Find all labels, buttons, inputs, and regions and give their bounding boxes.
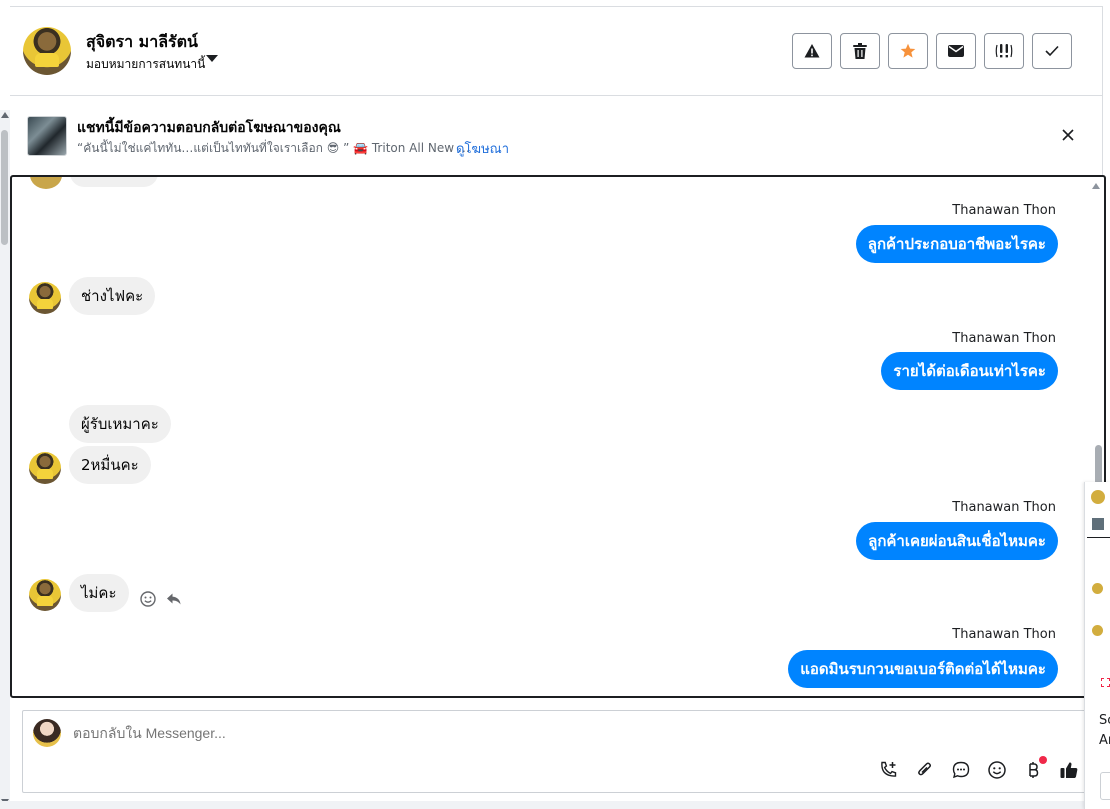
scrollbar-thumb[interactable]: [1, 130, 8, 245]
sender-name: Thanawan Thon: [952, 203, 1056, 218]
panel-button[interactable]: [1100, 772, 1110, 800]
attachment-icon: [918, 762, 931, 776]
view-ad-link[interactable]: ดูโฆษณา: [456, 138, 509, 159]
message-thread[interactable]: Thanawan Thon ลูกค้าประกอบอาชีพอะไรคะ ช่…: [10, 175, 1106, 698]
delete-button[interactable]: [840, 33, 880, 69]
scroll-up-icon[interactable]: [1, 112, 9, 118]
outgoing-message-bubble[interactable]: ลูกค้าเคยผ่อนสินเชื่อไหมคะ: [856, 522, 1058, 560]
react-button[interactable]: [139, 590, 157, 608]
mark-unread-button[interactable]: [936, 33, 976, 69]
envelope-icon: [948, 45, 964, 57]
reply-input[interactable]: [73, 725, 773, 741]
contact-avatar[interactable]: [23, 27, 71, 75]
ad-reply-banner: แชทนี้มีข้อความตอบกลับต่อโฆษณาของคุณ “คั…: [10, 96, 1102, 174]
add-call-button[interactable]: [878, 759, 900, 781]
outgoing-message-bubble[interactable]: ลูกค้าประกอบอาชีพอะไรคะ: [855, 225, 1058, 263]
page-avatar: [33, 719, 61, 747]
ad-thumbnail[interactable]: [27, 116, 67, 156]
incoming-message-bubble[interactable]: ไม่คะ: [69, 574, 129, 612]
check-icon: [1045, 45, 1059, 57]
inbox-conversation-page: สุจิตรา มาลีรัตน์ มอบหมายการสนทนานี้ แชท…: [0, 0, 1110, 809]
like-button[interactable]: [1058, 759, 1080, 781]
outgoing-message-bubble[interactable]: แอดมินรบกวนขอเบอร์ติดต่อได้ไหมคะ: [788, 650, 1058, 688]
reply-button[interactable]: [165, 590, 183, 608]
sender-name: Thanawan Thon: [952, 500, 1056, 515]
avatar: [1092, 583, 1103, 594]
ad-banner-title: แชทนี้มีข้อความตอบกลับต่อโฆษณาของคุณ: [77, 120, 341, 136]
panel-text-2: Ar: [1099, 733, 1110, 748]
attach-file-button[interactable]: [914, 759, 936, 781]
page-scrollbar[interactable]: [0, 110, 10, 809]
saved-reply-button[interactable]: [950, 759, 972, 781]
message-composer: [22, 710, 1102, 793]
reply-icon: [167, 593, 181, 605]
ad-banner-description: “คันนี้ไม่ใช่แค่ไททัน…แต่เป็นไททันที่ใจเ…: [77, 141, 470, 155]
saved-reply-icon: [952, 761, 970, 779]
chevron-down-icon[interactable]: [206, 55, 218, 62]
ad-thumbnail: [1092, 518, 1104, 530]
chat-scrollbar-thumb[interactable]: [1095, 445, 1102, 485]
star-button[interactable]: [888, 33, 928, 69]
emoji-button[interactable]: [986, 759, 1008, 781]
warning-icon: [804, 44, 820, 58]
add-call-icon: [881, 761, 897, 777]
thumbs-up-icon: [1060, 762, 1078, 778]
avatar: [1091, 490, 1105, 504]
avatar[interactable]: [29, 452, 61, 484]
mark-done-button[interactable]: [1032, 33, 1072, 69]
sender-name: Thanawan Thon: [952, 331, 1056, 346]
incoming-message-bubble: [70, 177, 158, 187]
panel-divider: [1087, 537, 1110, 538]
spam-button[interactable]: [792, 33, 832, 69]
sender-name: Thanawan Thon: [952, 627, 1056, 642]
bottom-gutter: [0, 801, 1110, 809]
avatar[interactable]: [29, 579, 61, 611]
star-icon: [900, 43, 916, 58]
ad-badge-icon: [1101, 678, 1110, 687]
follow-up-button[interactable]: [984, 33, 1024, 69]
avatar: [30, 177, 62, 189]
side-panel-edge[interactable]: Sc Ar: [1084, 482, 1110, 809]
smiley-icon: [140, 591, 156, 607]
notification-dot: [1039, 756, 1047, 764]
incoming-message-bubble[interactable]: ผู้รับเหมาคะ: [69, 405, 171, 443]
conversation-header: สุจิตรา มาลีรัตน์ มอบหมายการสนทนานี้: [10, 7, 1102, 96]
contact-name[interactable]: สุจิตรา มาลีรัตน์: [86, 30, 198, 55]
scroll-up-icon[interactable]: [1092, 183, 1100, 189]
outgoing-message-bubble[interactable]: รายได้ต่อเดือนเท่าไรคะ: [881, 352, 1058, 390]
close-banner-button[interactable]: [1060, 127, 1076, 143]
avatar[interactable]: [29, 282, 61, 314]
incoming-message-bubble[interactable]: 2หมื่นคะ: [69, 446, 151, 484]
avatar: [1092, 625, 1103, 636]
assign-conversation-label[interactable]: มอบหมายการสนทนานี้: [86, 55, 205, 74]
emoji-icon: [988, 761, 1006, 779]
incoming-message-bubble[interactable]: ช่างไฟคะ: [69, 277, 156, 315]
trash-icon: [853, 43, 867, 59]
panel-text-1: Sc: [1099, 713, 1110, 728]
close-icon: [1062, 129, 1074, 141]
follow-up-icon: [995, 44, 1013, 58]
